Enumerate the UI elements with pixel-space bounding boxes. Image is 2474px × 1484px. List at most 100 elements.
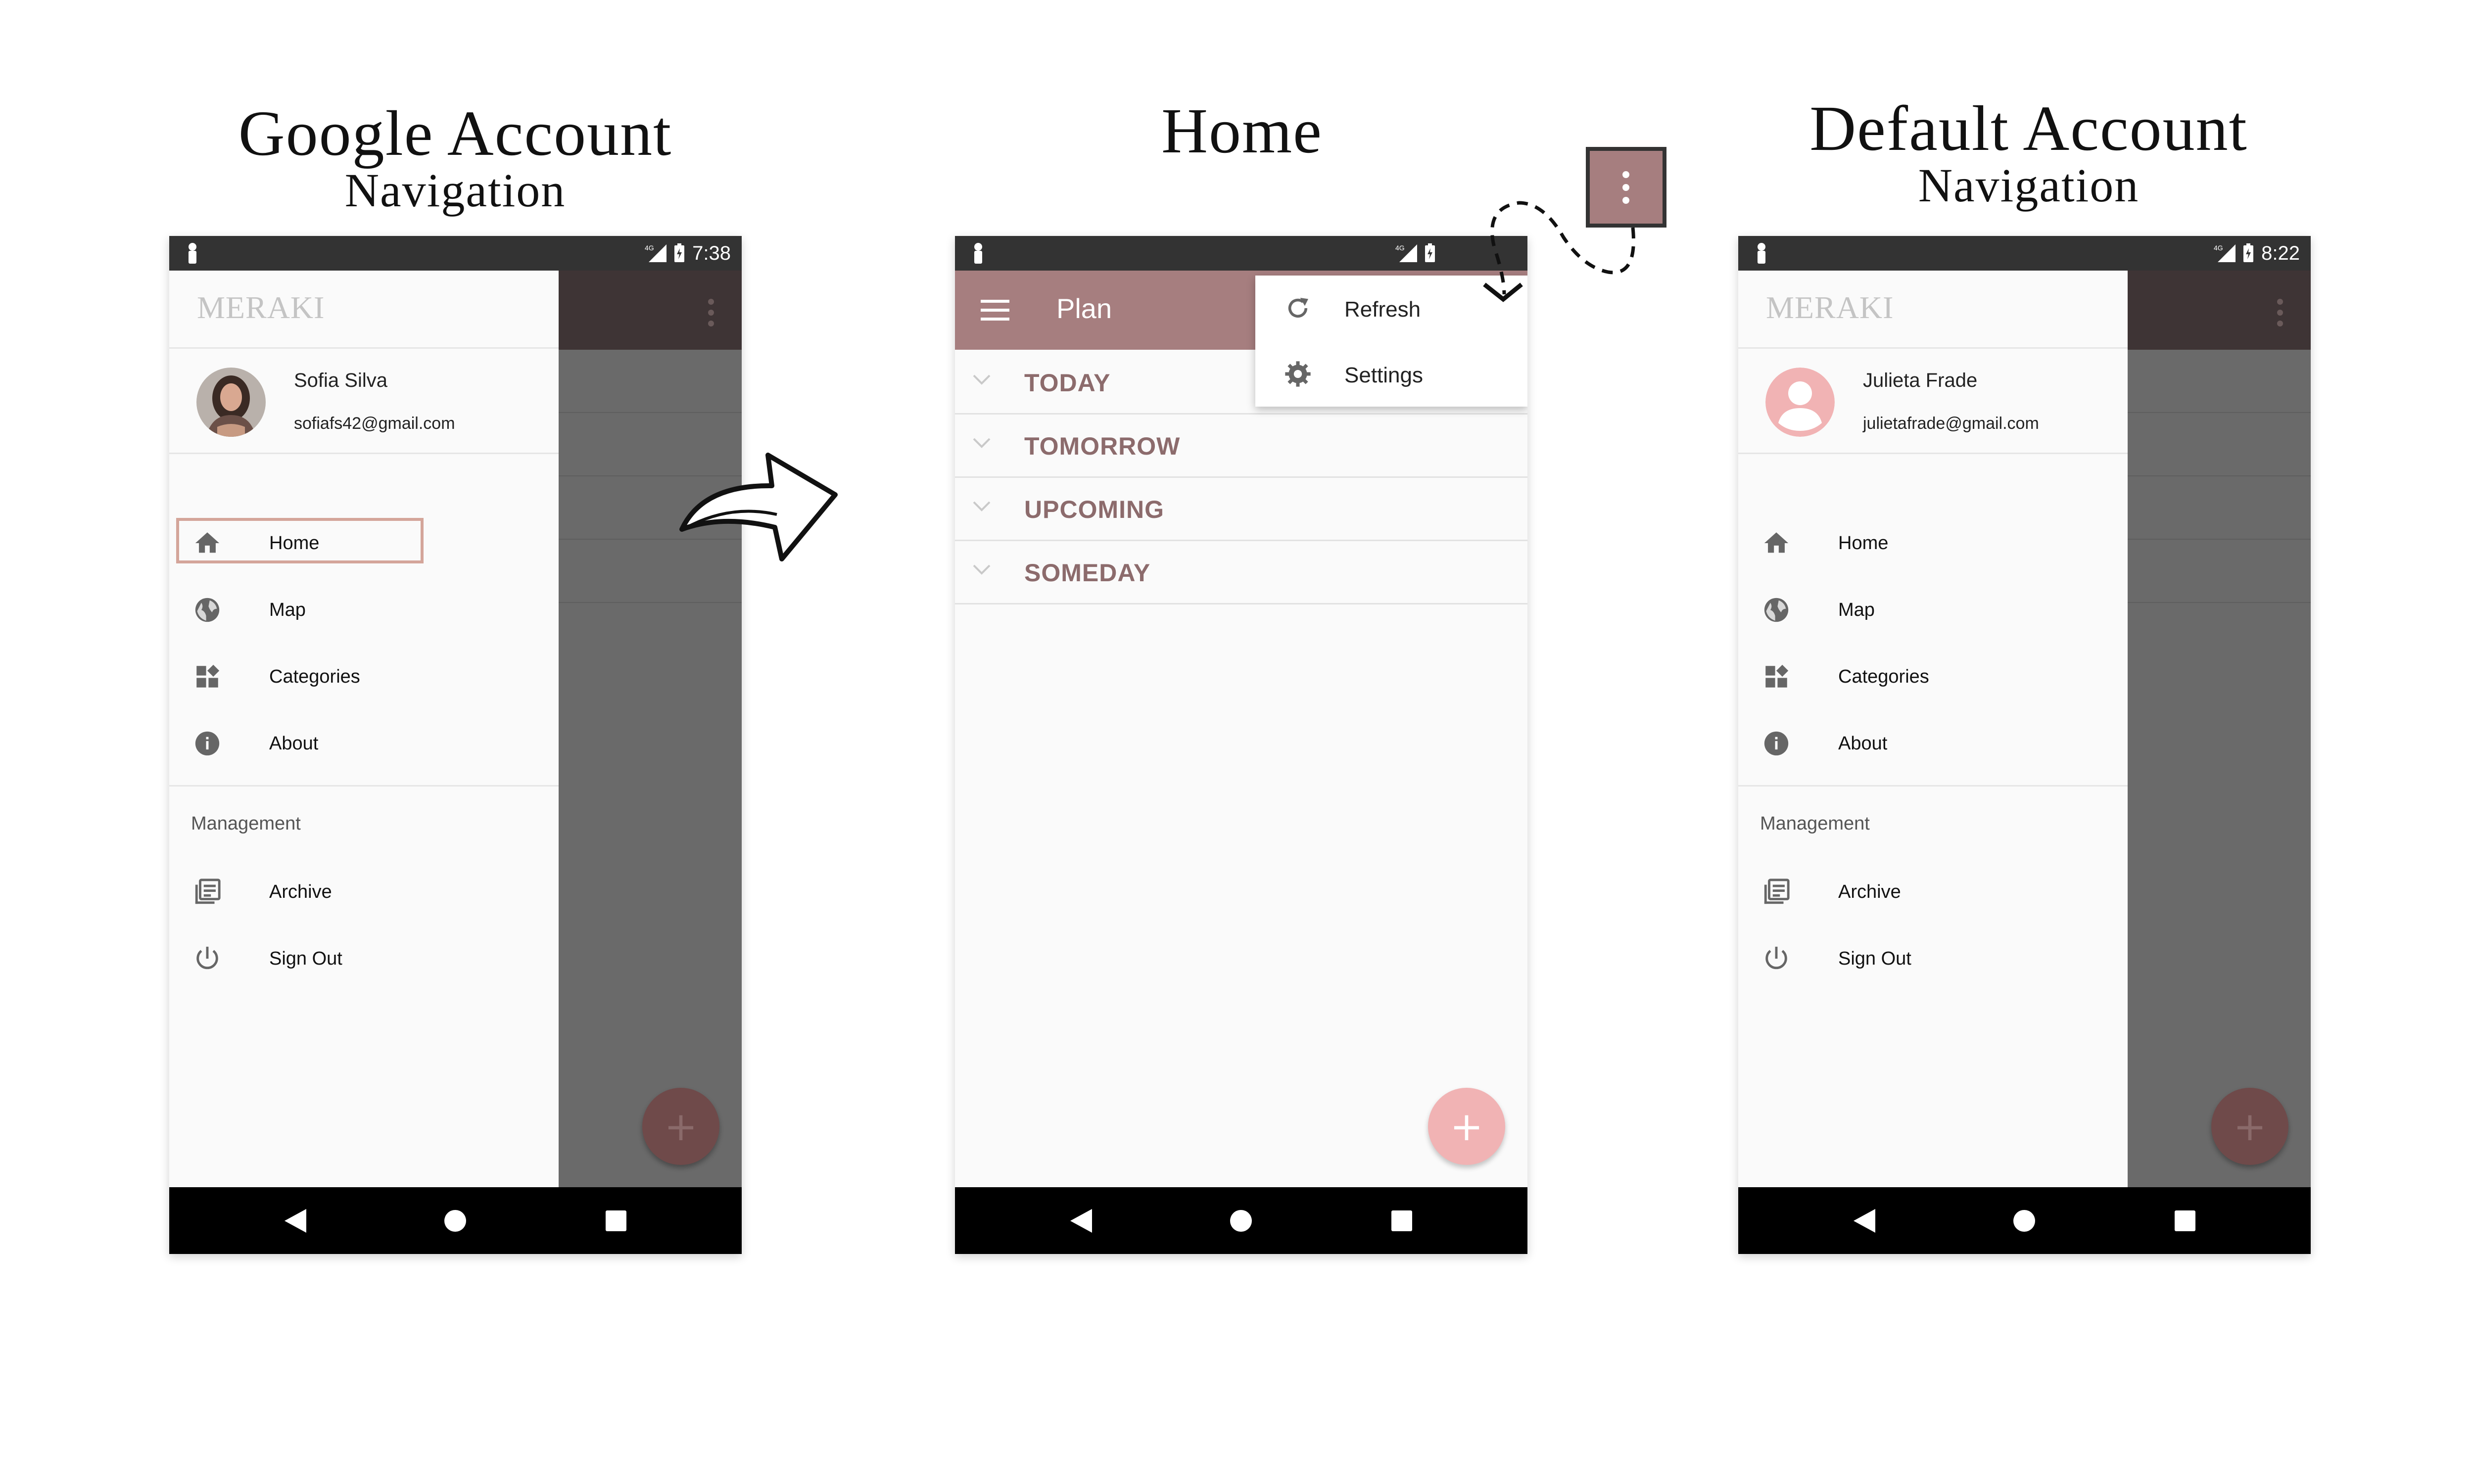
back-button[interactable] xyxy=(1835,1187,1894,1254)
back-button[interactable] xyxy=(1051,1187,1111,1254)
drawer-item-label: Sign Out xyxy=(1838,948,1911,969)
drawer-item-categories[interactable]: Categories xyxy=(169,651,559,701)
heading-title: Home xyxy=(1161,95,1323,167)
user-name: Sofia Silva xyxy=(294,370,387,391)
menu-item-label: Settings xyxy=(1344,363,1423,387)
info-icon xyxy=(1764,731,1789,756)
brand-logo: MERAKI xyxy=(1766,290,1894,325)
navigation-drawer: MERAKI Julieta Frade julietafrade@gmail.… xyxy=(1738,271,2128,1187)
heading-google-account: Google Account Navigation xyxy=(168,101,742,215)
recents-icon xyxy=(1391,1210,1412,1231)
drawer-item-label: Map xyxy=(1838,600,1875,620)
home-button[interactable] xyxy=(426,1187,485,1254)
notification-icon xyxy=(1758,243,1765,264)
drawer-item-sign-out[interactable]: Sign Out xyxy=(1738,933,2128,983)
svg-text:4G: 4G xyxy=(2214,244,2223,252)
back-button[interactable] xyxy=(266,1187,325,1254)
brand-logo: MERAKI xyxy=(197,290,325,325)
management-section-label: Management xyxy=(191,813,301,834)
chevron-down-icon xyxy=(973,438,991,448)
system-nav-bar xyxy=(955,1187,1527,1254)
phone-google-account: 4G 7:38 + MERAKI Sofia Silva sofiafs42@g… xyxy=(169,236,742,1254)
chevron-down-icon xyxy=(973,501,991,511)
phone-default-account: 4G 8:22 + MERAKI Julieta Frade julietafr… xyxy=(1738,236,2311,1254)
heading-subtitle: Navigation xyxy=(1918,159,2140,212)
back-icon xyxy=(1070,1208,1092,1233)
avatar[interactable] xyxy=(196,368,266,437)
back-icon xyxy=(1854,1208,1875,1233)
gear-icon xyxy=(1285,361,1311,387)
heading-title: Default Account xyxy=(1809,93,2248,164)
recents-button[interactable] xyxy=(1372,1187,1431,1254)
section-tomorrow[interactable]: TOMORROW xyxy=(955,413,1527,478)
status-time: 7:38 xyxy=(692,242,731,264)
heading-subtitle: Navigation xyxy=(344,164,566,217)
section-label: TODAY xyxy=(1024,369,1111,397)
section-label: UPCOMING xyxy=(1024,496,1164,523)
drawer-item-categories[interactable]: Categories xyxy=(1738,651,2128,701)
add-fab[interactable]: + xyxy=(1428,1088,1505,1165)
overflow-menu-icon[interactable] xyxy=(708,298,714,327)
drawer-item-about[interactable]: About xyxy=(1738,718,2128,768)
page-title: Plan xyxy=(1056,293,1112,324)
dashed-arrow-icon xyxy=(1483,201,1635,302)
status-bar: 4G xyxy=(955,236,1527,271)
section-label: SOMEDAY xyxy=(1024,559,1151,587)
hamburger-menu-icon[interactable] xyxy=(981,298,1009,323)
signal-icon: 4G xyxy=(2214,244,2236,262)
section-label: TOMORROW xyxy=(1024,432,1181,460)
section-upcoming[interactable]: UPCOMING xyxy=(955,476,1527,541)
recents-icon xyxy=(2175,1210,2195,1231)
drawer-item-label: Home xyxy=(1838,533,1889,554)
power-icon xyxy=(1765,946,1787,970)
drawer-item-archive[interactable]: Archive xyxy=(1738,867,2128,916)
home-icon xyxy=(1764,532,1789,553)
recents-button[interactable] xyxy=(2155,1187,2215,1254)
categories-icon xyxy=(1765,664,1789,688)
refresh-icon xyxy=(1288,298,1308,318)
drawer-item-about[interactable]: About xyxy=(169,718,559,768)
archive-icon xyxy=(195,879,221,904)
heading-title: Google Account xyxy=(238,98,672,169)
overflow-menu-icon[interactable] xyxy=(2277,298,2284,327)
user-email: sofiafs42@gmail.com xyxy=(294,414,455,433)
status-bar: 4G 8:22 xyxy=(1738,236,2311,271)
recents-button[interactable] xyxy=(586,1187,646,1254)
drawer-item-home[interactable]: Home xyxy=(1738,518,2128,567)
globe-icon xyxy=(1764,598,1789,622)
back-icon xyxy=(285,1208,306,1233)
drawer-item-sign-out[interactable]: Sign Out xyxy=(169,933,559,983)
menu-item-settings[interactable]: Settings xyxy=(1255,341,1527,407)
drawer-item-archive[interactable]: Archive xyxy=(169,867,559,916)
drawer-item-map[interactable]: Map xyxy=(169,585,559,634)
home-button[interactable] xyxy=(1995,1187,2054,1254)
menu-item-label: Refresh xyxy=(1344,297,1421,322)
svg-text:4G: 4G xyxy=(1395,244,1405,252)
add-fab-dimmed: + xyxy=(2211,1088,2288,1165)
avatar[interactable] xyxy=(1765,368,1835,437)
drawer-item-label: Categories xyxy=(1838,666,1929,687)
battery-icon xyxy=(1425,243,1435,262)
home-circle-icon xyxy=(1230,1209,1252,1232)
navigation-drawer: MERAKI Sofia Silva sofiafs42@gmail.com H… xyxy=(169,271,559,1187)
user-email: julietafrade@gmail.com xyxy=(1863,414,2039,433)
home-circle-icon xyxy=(444,1209,466,1232)
status-bar: 4G 7:38 xyxy=(169,236,742,271)
recents-icon xyxy=(606,1210,626,1231)
home-button[interactable] xyxy=(1211,1187,1271,1254)
notification-icon xyxy=(974,243,982,264)
globe-icon xyxy=(195,598,220,622)
drawer-item-label: About xyxy=(1838,733,1888,754)
info-icon xyxy=(195,731,220,756)
drawer-item-map[interactable]: Map xyxy=(1738,585,2128,634)
battery-icon xyxy=(674,243,685,262)
add-fab-dimmed: + xyxy=(642,1088,719,1165)
management-section-label: Management xyxy=(1760,813,1870,834)
section-someday[interactable]: SOMEDAY xyxy=(955,540,1527,604)
status-time: 8:22 xyxy=(2261,242,2300,264)
default-avatar-icon xyxy=(1765,368,1835,437)
drawer-item-label: Map xyxy=(269,600,306,620)
system-nav-bar xyxy=(1738,1187,2311,1254)
chevron-down-icon xyxy=(973,564,991,575)
heading-default-account: Default Account Navigation xyxy=(1742,96,2316,210)
